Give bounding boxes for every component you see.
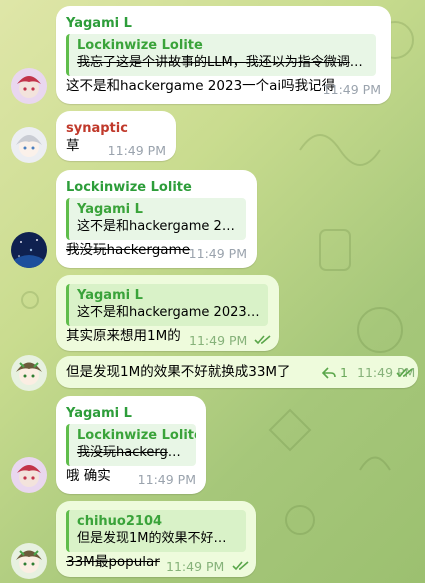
reply-preview[interactable]: Yagami L 这不是和hackergame 202… bbox=[66, 198, 246, 240]
message-bubble[interactable]: Yagami L Lockinwize Lolite 我忘了这是个讲故事的LLM… bbox=[56, 6, 391, 104]
message-time: 11:49 PM bbox=[137, 472, 196, 487]
message-bubble[interactable]: Lockinwize Lolite Yagami L 这不是和hackergam… bbox=[56, 170, 257, 268]
message-time: 11:49 PM bbox=[189, 333, 248, 348]
reply-count[interactable]: 1 bbox=[340, 365, 348, 380]
message-time: 11:49 PM bbox=[188, 246, 247, 261]
reply-sender-name: Lockinwize Lolite bbox=[77, 38, 203, 53]
message-bubble[interactable]: synaptic 草 11:49 PM bbox=[56, 111, 176, 161]
read-checkmarks-icon bbox=[396, 368, 413, 378]
reply-text: 我忘了这是个讲故事的LLM，我还以为指令微调过… bbox=[77, 55, 368, 70]
outgoing-message-bubble[interactable]: chihuo2104 但是发现1M的效果不好就… 33M最popular 11:… bbox=[56, 501, 256, 577]
message-text: 33M最popular bbox=[66, 554, 160, 570]
sender-name[interactable]: synaptic bbox=[66, 120, 128, 137]
message-time: 11:49 PM bbox=[166, 559, 225, 574]
message-text: 但是发现1M的效果不好就换成33M了 bbox=[66, 364, 291, 380]
avatar[interactable] bbox=[11, 68, 47, 104]
reply-sender-name: Yagami L bbox=[77, 288, 143, 303]
outgoing-message-bubble[interactable]: Yagami L 这不是和hackergame 2023一… 其实原来想用1M的… bbox=[56, 275, 279, 351]
avatar[interactable] bbox=[11, 457, 47, 493]
message-text: 其实原来想用1M的 bbox=[66, 328, 181, 344]
avatar[interactable] bbox=[11, 232, 47, 268]
reply-preview[interactable]: Yagami L 这不是和hackergame 2023一… bbox=[66, 284, 268, 326]
message-bubble[interactable]: Yagami L Lockinwize Lolite 我没玩hackergame… bbox=[56, 396, 206, 494]
read-checkmarks-icon bbox=[254, 335, 271, 345]
avatar[interactable] bbox=[11, 543, 47, 579]
reply-preview[interactable]: Lockinwize Lolite 我忘了这是个讲故事的LLM，我还以为指令微调… bbox=[66, 34, 376, 76]
message-time: 11:49 PM bbox=[107, 143, 166, 158]
message-time: 11:49 PM bbox=[322, 82, 381, 97]
message-text: 哦 确实 bbox=[66, 468, 111, 484]
reply-text: 这不是和hackergame 2023一… bbox=[77, 305, 260, 320]
reply-preview[interactable]: Lockinwize Lolite 我没玩hackergame bbox=[66, 424, 196, 466]
avatar[interactable] bbox=[11, 355, 47, 391]
reply-preview[interactable]: chihuo2104 但是发现1M的效果不好就… bbox=[66, 510, 246, 552]
message-text: 草 bbox=[66, 138, 80, 154]
read-checkmarks-icon bbox=[232, 561, 249, 571]
sender-name[interactable]: Yagami L bbox=[66, 405, 132, 422]
reply-sender-name: Yagami L bbox=[77, 202, 143, 217]
reply-sender-name: Lockinwize Lolite bbox=[77, 428, 196, 443]
reply-text: 但是发现1M的效果不好就… bbox=[77, 531, 238, 546]
reply-sender-name: chihuo2104 bbox=[77, 514, 163, 529]
reply-arrow-icon[interactable] bbox=[322, 367, 336, 379]
reply-text: 这不是和hackergame 202… bbox=[77, 219, 238, 234]
message-text: 我没玩hackergame bbox=[66, 242, 191, 258]
reply-text: 我没玩hackergame bbox=[77, 445, 188, 460]
outgoing-message-bubble[interactable]: 但是发现1M的效果不好就换成33M了 1 11:49 PM 11:49 PM bbox=[56, 356, 418, 388]
sender-name[interactable]: Yagami L bbox=[66, 15, 132, 32]
avatar[interactable] bbox=[11, 127, 47, 163]
message-text: 这不是和hackergame 2023一个ai吗我记得 bbox=[66, 78, 336, 94]
sender-name[interactable]: Lockinwize Lolite bbox=[66, 179, 192, 196]
